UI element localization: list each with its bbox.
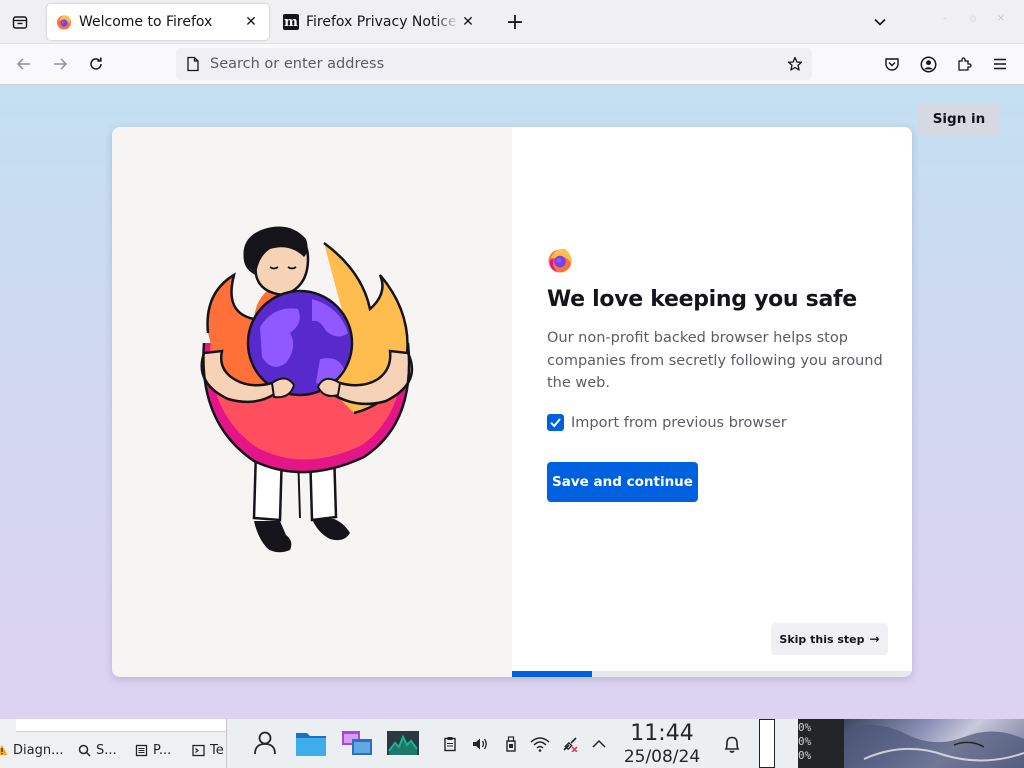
maximize-icon[interactable]: ◇ bbox=[968, 14, 978, 24]
terminal-line: 0% bbox=[798, 735, 812, 748]
task-manager: Diagn... S... P... Te bbox=[0, 719, 226, 768]
terminal-preview: 0% 0% 0% bbox=[798, 719, 844, 768]
page-title: We love keeping you safe bbox=[547, 287, 857, 312]
reload-button[interactable] bbox=[82, 50, 110, 78]
chevron-down-icon bbox=[874, 18, 886, 26]
document-icon bbox=[135, 744, 148, 757]
navigation-toolbar bbox=[0, 44, 1024, 85]
terminal-line: 0% bbox=[798, 749, 812, 762]
windows-icon bbox=[342, 731, 372, 755]
import-checkbox[interactable] bbox=[547, 414, 564, 431]
clock-time: 11:44 bbox=[630, 721, 694, 746]
task-item-label: S... bbox=[96, 742, 117, 758]
task-item-label: Te bbox=[210, 742, 224, 758]
bookmark-star-button[interactable] bbox=[781, 50, 809, 78]
terminal-line: 0% bbox=[798, 721, 812, 734]
onboarding-card: We love keeping you safe Our non-profit … bbox=[112, 127, 912, 677]
checkmark-icon bbox=[550, 418, 561, 428]
taskbar: Diagn... S... P... Te 11:44 25/08/24 0% … bbox=[0, 719, 1024, 768]
page-content: Sign in We love keeping you safe Our non… bbox=[0, 85, 1024, 719]
clock-date: 25/08/24 bbox=[623, 747, 701, 767]
terminal-icon bbox=[192, 744, 205, 757]
page-icon bbox=[185, 56, 201, 72]
tab-close-button[interactable]: ✕ bbox=[458, 12, 478, 32]
user-launcher[interactable] bbox=[248, 727, 282, 759]
sign-in-button[interactable]: Sign in bbox=[918, 103, 1000, 135]
list-all-tabs-button[interactable] bbox=[868, 10, 892, 34]
desktop-wallpaper bbox=[844, 719, 1024, 768]
volume-icon[interactable] bbox=[469, 733, 491, 755]
system-panel: 11:44 25/08/24 bbox=[226, 719, 798, 768]
show-desktop-button[interactable] bbox=[759, 719, 775, 768]
digital-clock[interactable]: 11:44 25/08/24 bbox=[622, 721, 702, 767]
tab-strip: Welcome to Firefox ✕ m Firefox Privacy N… bbox=[0, 0, 1024, 44]
page-subtitle: Our non-profit backed browser helps stop… bbox=[547, 330, 883, 391]
reload-icon bbox=[90, 57, 102, 70]
wifi-icon[interactable] bbox=[529, 733, 551, 755]
mozilla-m-icon: m bbox=[283, 14, 299, 30]
search-icon bbox=[78, 744, 91, 757]
firefox-view-button[interactable] bbox=[6, 10, 34, 34]
network-disconnected-icon[interactable] bbox=[559, 733, 581, 755]
file-manager-launcher[interactable] bbox=[294, 727, 328, 759]
import-option[interactable]: Import from previous browser bbox=[547, 414, 787, 431]
window-strip bbox=[16, 719, 226, 732]
firefox-logo-icon bbox=[56, 14, 72, 30]
task-item-label: P... bbox=[153, 742, 172, 758]
folder-icon bbox=[296, 733, 326, 756]
firefox-logo-icon bbox=[548, 248, 572, 273]
minimize-icon[interactable]: – bbox=[940, 14, 950, 24]
progress-fill bbox=[512, 671, 592, 677]
back-button[interactable] bbox=[10, 50, 38, 78]
tab-close-button[interactable]: ✕ bbox=[241, 12, 261, 32]
address-bar[interactable] bbox=[176, 48, 812, 80]
tab-title: Firefox Privacy Notice — Mozilla bbox=[306, 14, 458, 30]
task-item-label: Diagn... bbox=[13, 742, 64, 758]
window-controls: – ◇ ✕ bbox=[940, 14, 1006, 24]
tab-title: Welcome to Firefox bbox=[79, 14, 213, 30]
notifications-bell-icon[interactable] bbox=[721, 733, 743, 755]
task-item-diagnostics[interactable]: Diagn... bbox=[0, 741, 63, 759]
window-switcher-launcher[interactable] bbox=[340, 727, 374, 759]
task-item-terminal[interactable]: Te bbox=[192, 741, 224, 759]
forward-button[interactable] bbox=[46, 50, 74, 78]
system-monitor-icon bbox=[387, 731, 419, 755]
removable-device-icon[interactable] bbox=[500, 733, 522, 755]
arrow-right-icon bbox=[54, 58, 68, 70]
skip-label: Skip this step bbox=[779, 632, 865, 646]
close-window-icon[interactable]: ✕ bbox=[996, 14, 1006, 24]
extensions-button[interactable] bbox=[950, 50, 978, 78]
tab-welcome-to-firefox[interactable]: Welcome to Firefox ✕ bbox=[47, 4, 269, 40]
chevron-up-icon[interactable] bbox=[588, 733, 610, 755]
hamburger-menu-icon bbox=[994, 58, 1006, 70]
account-icon bbox=[920, 56, 936, 72]
pocket-icon bbox=[885, 58, 899, 71]
illustration-panel bbox=[112, 127, 512, 677]
arrow-left-icon bbox=[16, 58, 30, 70]
onboarding-progress bbox=[512, 671, 912, 677]
arrow-right-icon: → bbox=[869, 632, 880, 646]
save-and-continue-button[interactable]: Save and continue bbox=[547, 462, 698, 502]
clipboard-icon[interactable] bbox=[439, 733, 461, 755]
system-monitor-launcher[interactable] bbox=[386, 727, 420, 759]
person-hugging-firefox-illustration bbox=[200, 226, 414, 553]
tab-firefox-privacy-notice[interactable]: m Firefox Privacy Notice — Mozilla ✕ bbox=[274, 4, 486, 40]
firefox-view-icon bbox=[12, 16, 28, 29]
url-input[interactable] bbox=[210, 56, 781, 72]
account-button[interactable] bbox=[914, 50, 942, 78]
import-label: Import from previous browser bbox=[571, 414, 787, 431]
skip-this-step-button[interactable]: Skip this step → bbox=[771, 623, 888, 655]
task-item-search[interactable]: S... bbox=[78, 741, 117, 759]
task-item-document[interactable]: P... bbox=[135, 741, 171, 759]
app-menu-button[interactable] bbox=[986, 50, 1014, 78]
puzzle-icon bbox=[958, 57, 972, 71]
star-icon bbox=[787, 56, 803, 71]
pocket-button[interactable] bbox=[878, 50, 906, 78]
new-tab-button[interactable]: + bbox=[503, 10, 527, 35]
warning-icon bbox=[0, 744, 8, 756]
content-panel: We love keeping you safe Our non-profit … bbox=[512, 127, 912, 677]
user-icon bbox=[254, 731, 276, 755]
